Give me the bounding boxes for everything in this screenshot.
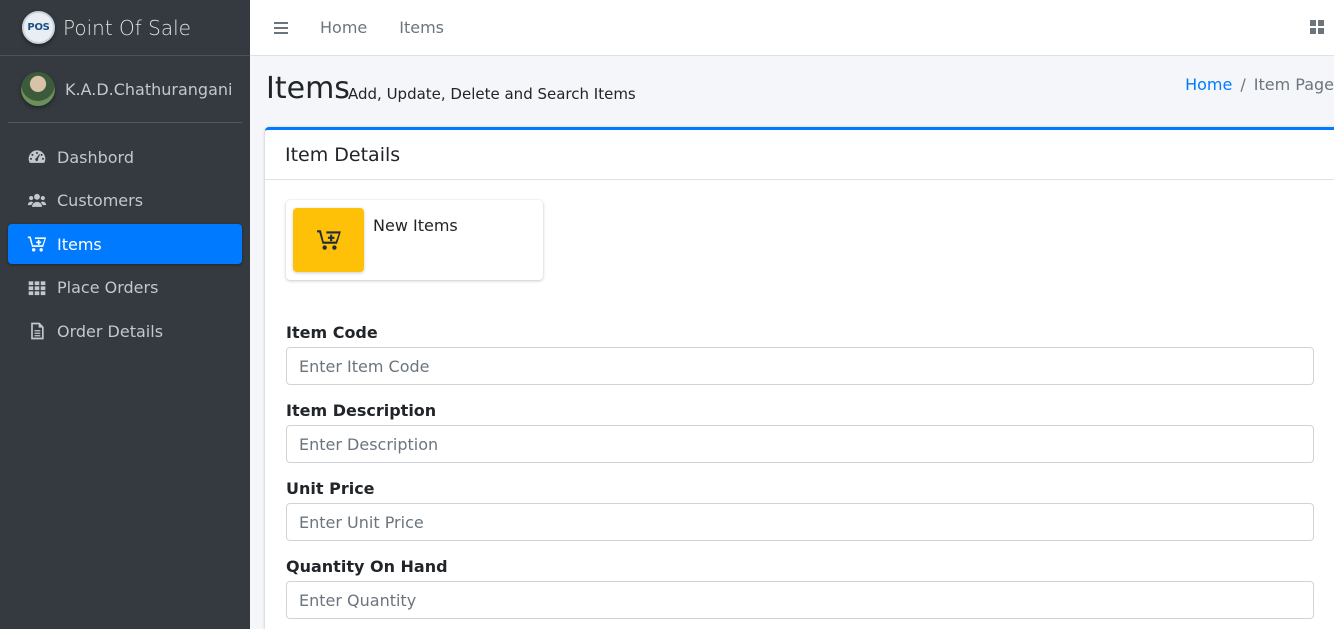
content-header: Items Add, Update, Delete and Search Ite…	[266, 60, 1334, 124]
user-avatar	[21, 72, 55, 106]
card-title: Item Details	[285, 143, 401, 166]
page-subtitle: Add, Update, Delete and Search Items	[348, 85, 636, 103]
quantity-group: Quantity On Hand	[286, 557, 1314, 619]
quantity-label: Quantity On Hand	[286, 557, 448, 576]
breadcrumb-current: Item Page	[1253, 75, 1334, 94]
cart-plus-icon	[293, 208, 364, 272]
cart-plus-icon	[26, 234, 48, 254]
sidebar-item-items[interactable]: Items	[8, 224, 242, 264]
breadcrumb-separator: /	[1240, 75, 1246, 94]
item-code-input[interactable]	[286, 347, 1314, 385]
users-icon	[26, 191, 48, 211]
brand-logo: POS	[22, 11, 55, 44]
top-navbar: Home Items	[250, 0, 1334, 56]
brand-link[interactable]: POS Point Of Sale	[0, 0, 250, 56]
page-title: Items	[266, 71, 350, 106]
brand-title: Point Of Sale	[63, 15, 191, 40]
item-description-label: Item Description	[286, 401, 437, 420]
info-box-label: New Items	[373, 216, 458, 235]
unit-price-group: Unit Price	[286, 479, 1314, 541]
quantity-input[interactable]	[286, 581, 1314, 619]
sidebar-item-place-orders[interactable]: Place Orders	[8, 268, 242, 308]
sidebar: POS Point Of Sale K.A.D.Chathurangani Da…	[0, 0, 250, 629]
nav-link-items[interactable]: Items	[399, 18, 444, 37]
breadcrumb: Home / Item Page	[1185, 75, 1334, 94]
sidebar-item-customers[interactable]: Customers	[8, 181, 242, 221]
item-code-label: Item Code	[286, 323, 378, 342]
sidebar-item-label: Customers	[57, 191, 144, 210]
item-description-input[interactable]	[286, 425, 1314, 463]
sidebar-item-dashbord[interactable]: Dashbord	[8, 137, 242, 177]
sidebar-item-label: Order Details	[57, 321, 164, 341]
sidebar-item-label: Place Orders	[57, 278, 159, 297]
sidebar-item-label: Dashbord	[57, 147, 134, 167]
item-details-card: Item Details New Items Item Code Item De…	[265, 127, 1334, 629]
unit-price-label: Unit Price	[286, 479, 375, 498]
user-panel[interactable]: K.A.D.Chathurangani	[8, 56, 242, 123]
item-code-group: Item Code	[286, 323, 1314, 385]
user-name[interactable]: K.A.D.Chathurangani	[65, 80, 232, 99]
menu-toggle-icon[interactable]	[274, 21, 288, 34]
brand-logo-text: POS	[27, 22, 50, 33]
grid-icon	[26, 278, 48, 298]
unit-price-input[interactable]	[286, 503, 1314, 541]
sidebar-item-label: Items	[57, 234, 102, 254]
item-description-group: Item Description	[286, 401, 1314, 463]
sidebar-item-order-details[interactable]: Order Details	[8, 311, 242, 351]
card-header: Item Details	[265, 130, 1334, 180]
tachometer-icon	[26, 147, 48, 167]
breadcrumb-home[interactable]: Home	[1185, 75, 1232, 94]
apps-grid-icon[interactable]	[1310, 20, 1324, 34]
sidebar-nav: Dashbord Customers Items Place Orders Or…	[0, 123, 250, 351]
new-items-info-box[interactable]: New Items	[286, 200, 543, 280]
nav-link-home[interactable]: Home	[320, 18, 367, 37]
file-icon	[26, 321, 48, 341]
